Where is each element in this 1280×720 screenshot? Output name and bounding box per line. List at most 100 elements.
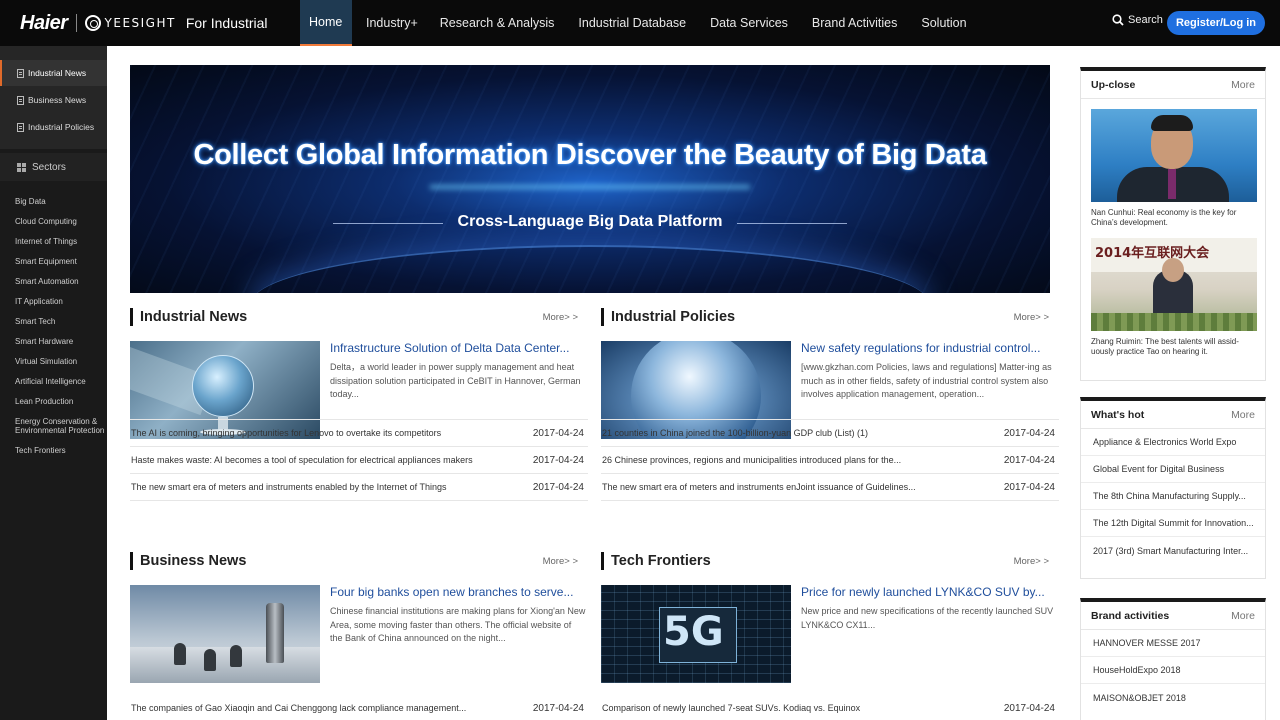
more-link[interactable]: More> > (543, 312, 578, 323)
news-list: Comparison of newly launched 7-seat SUVs… (601, 697, 1059, 719)
search-icon (1112, 14, 1124, 26)
list-item[interactable]: MAISON&OBJET 2018 (1081, 684, 1265, 711)
section-header: Business News (130, 552, 588, 570)
sector-virtual-simulation[interactable]: Virtual Simulation (0, 351, 107, 371)
list-item[interactable]: The companies of Gao Xiaoqin and Cai Che… (130, 697, 588, 719)
sector-lean-production[interactable]: Lean Production (0, 391, 107, 411)
nav-data-services[interactable]: Data Services (698, 0, 800, 46)
sector-artificial-intelligence[interactable]: Artificial Intelligence (0, 371, 107, 391)
sidebar-item-business-news[interactable]: Business News (0, 87, 107, 113)
list-item-title[interactable]: The AI is coming, bringing opportunities… (131, 428, 511, 438)
search-label: Search (1128, 14, 1163, 26)
sectors-label: Sectors (32, 161, 66, 173)
photo-caption[interactable]: Nan Cunhui: Real economy is the key for … (1091, 208, 1255, 228)
document-icon (17, 95, 24, 105)
sector-smart-equipment[interactable]: Smart Equipment (0, 251, 107, 271)
sectors-header[interactable]: Sectors (0, 153, 107, 181)
list-item-title[interactable]: 26 Chinese provinces, regions and munici… (602, 455, 982, 465)
logo-separator (75, 14, 77, 32)
sidebar-item-industrial-policies[interactable]: Industrial Policies (0, 114, 107, 140)
list-item-title[interactable]: 21 counties in China joined the 100-bill… (602, 428, 982, 438)
sector-it-application[interactable]: IT Application (0, 291, 107, 311)
section-business-news: Business News More> > Four big banks ope… (130, 552, 588, 720)
sector-energy-conservation[interactable]: Energy Conservation & Environmental Prot… (0, 411, 107, 440)
list-item-title[interactable]: The new smart era of meters and instrume… (602, 482, 982, 492)
banner-subtitle: Cross-Language Big Data Platform (457, 213, 723, 230)
panel-up-close: Up-close More Nan Cunhui: Real economy i… (1080, 67, 1266, 381)
sector-internet-of-things[interactable]: Internet of Things (0, 231, 107, 251)
list-item-title[interactable]: Haste makes waste: AI becomes a tool of … (131, 455, 511, 465)
feature-title[interactable]: Four big banks open new branches to serv… (330, 585, 588, 599)
person-tie (1168, 169, 1176, 199)
more-link[interactable]: More> > (1014, 556, 1049, 567)
list-item[interactable]: 21 counties in China joined the 100-bill… (601, 420, 1059, 447)
event-banner-text: 2014年互联网大会 (1095, 246, 1210, 261)
list-item-title[interactable]: The companies of Gao Xiaoqin and Cai Che… (131, 703, 511, 713)
sector-smart-tech[interactable]: Smart Tech (0, 311, 107, 331)
nav-research-analysis[interactable]: Research & Analysis (428, 0, 567, 46)
register-login-button[interactable]: Register/Log in (1167, 11, 1265, 35)
interview-photo[interactable] (1091, 109, 1257, 202)
document-icon (17, 122, 24, 132)
panel-more-link[interactable]: More (1231, 610, 1255, 622)
list-item-title[interactable]: The new smart era of meters and instrume… (131, 482, 511, 492)
list-item[interactable]: The new smart era of meters and instrume… (130, 474, 588, 501)
feature-thumbnail[interactable] (130, 585, 320, 683)
sector-smart-automation[interactable]: Smart Automation (0, 271, 107, 291)
panel-header: What's hot More (1081, 401, 1265, 429)
list-item[interactable]: Appliance & Electronics World Expo (1081, 429, 1265, 456)
chess-pawn (174, 643, 186, 665)
left-sidebar: Industrial News Business News Industrial… (0, 46, 107, 720)
feature-article[interactable]: Four big banks open new branches to serv… (130, 585, 588, 685)
document-icon (17, 68, 24, 78)
nav-home[interactable]: Home (300, 0, 352, 46)
feature-description: [www.gkzhan.com Policies, laws and regul… (801, 362, 1052, 399)
sidebar-item-label: Business News (28, 95, 87, 105)
list-item-date: 2017-04-24 (532, 702, 584, 714)
photo-caption[interactable]: Zhang Ruimin: The best talents will assi… (1091, 337, 1255, 357)
sidebar-item-industrial-news[interactable]: Industrial News (0, 60, 107, 86)
list-item[interactable]: The new smart era of meters and instrume… (601, 474, 1059, 501)
feature-article[interactable]: 5G Price for newly launched LYNK&CO SUV … (601, 585, 1059, 685)
list-item[interactable]: HANNOVER MESSE 2017 (1081, 630, 1265, 657)
list-item[interactable]: 26 Chinese provinces, regions and munici… (601, 447, 1059, 474)
grid-icon (17, 162, 26, 172)
news-list: The companies of Gao Xiaoqin and Cai Che… (130, 697, 588, 719)
top-navigation-bar: Haier YEESIGHT For Industrial Home Indus… (0, 0, 1280, 46)
stage-plants (1091, 313, 1257, 331)
nav-industrial-database[interactable]: Industrial Database (566, 0, 698, 46)
feature-title[interactable]: New safety regulations for industrial co… (801, 341, 1059, 355)
feature-title[interactable]: Price for newly launched LYNK&CO SUV by.… (801, 585, 1059, 599)
list-item[interactable]: Global Event for Digital Business (1081, 456, 1265, 483)
chess-king (266, 603, 284, 663)
nav-brand-activities[interactable]: Brand Activities (800, 0, 909, 46)
panel-title: Up-close (1091, 78, 1136, 91)
brand-logo[interactable]: Haier YEESIGHT For Industrial (0, 0, 300, 46)
panel-more-link[interactable]: More (1231, 79, 1255, 91)
list-item[interactable]: The 12th Digital Summit for Innovation..… (1081, 510, 1265, 537)
panel-more-link[interactable]: More (1231, 409, 1255, 421)
list-item[interactable]: Haste makes waste: AI becomes a tool of … (130, 447, 588, 474)
sector-smart-hardware[interactable]: Smart Hardware (0, 331, 107, 351)
more-link[interactable]: More> > (1014, 312, 1049, 323)
interview-photo[interactable]: 2014年互联网大会 (1091, 238, 1257, 331)
list-item[interactable]: Comparison of newly launched 7-seat SUVs… (601, 697, 1059, 719)
sector-cloud-computing[interactable]: Cloud Computing (0, 211, 107, 231)
nav-solution[interactable]: Solution (909, 0, 978, 46)
feature-title[interactable]: Infrastructure Solution of Delta Data Ce… (330, 341, 588, 355)
news-list: 21 counties in China joined the 100-bill… (601, 419, 1059, 501)
more-link[interactable]: More> > (543, 556, 578, 567)
sector-tech-frontiers[interactable]: Tech Frontiers (0, 440, 107, 460)
sector-big-data[interactable]: Big Data (0, 191, 107, 211)
main-nav: Home Industry+ Research & Analysis Indus… (300, 0, 979, 46)
list-item[interactable]: The 8th China Manufacturing Supply... (1081, 483, 1265, 510)
nav-industry-plus[interactable]: Industry+ (352, 0, 428, 46)
search-link[interactable]: Search (1112, 14, 1163, 26)
list-item[interactable]: 2017 (3rd) Smart Manufacturing Inter... (1081, 537, 1265, 564)
feature-thumbnail[interactable]: 5G (601, 585, 791, 683)
list-item[interactable]: The AI is coming, bringing opportunities… (130, 420, 588, 447)
list-item-title[interactable]: Comparison of newly launched 7-seat SUVs… (602, 703, 982, 713)
hero-banner[interactable]: Collect Global Information Discover the … (130, 65, 1050, 293)
list-item[interactable]: HouseHoldExpo 2018 (1081, 657, 1265, 684)
panel-title: What's hot (1091, 408, 1145, 421)
